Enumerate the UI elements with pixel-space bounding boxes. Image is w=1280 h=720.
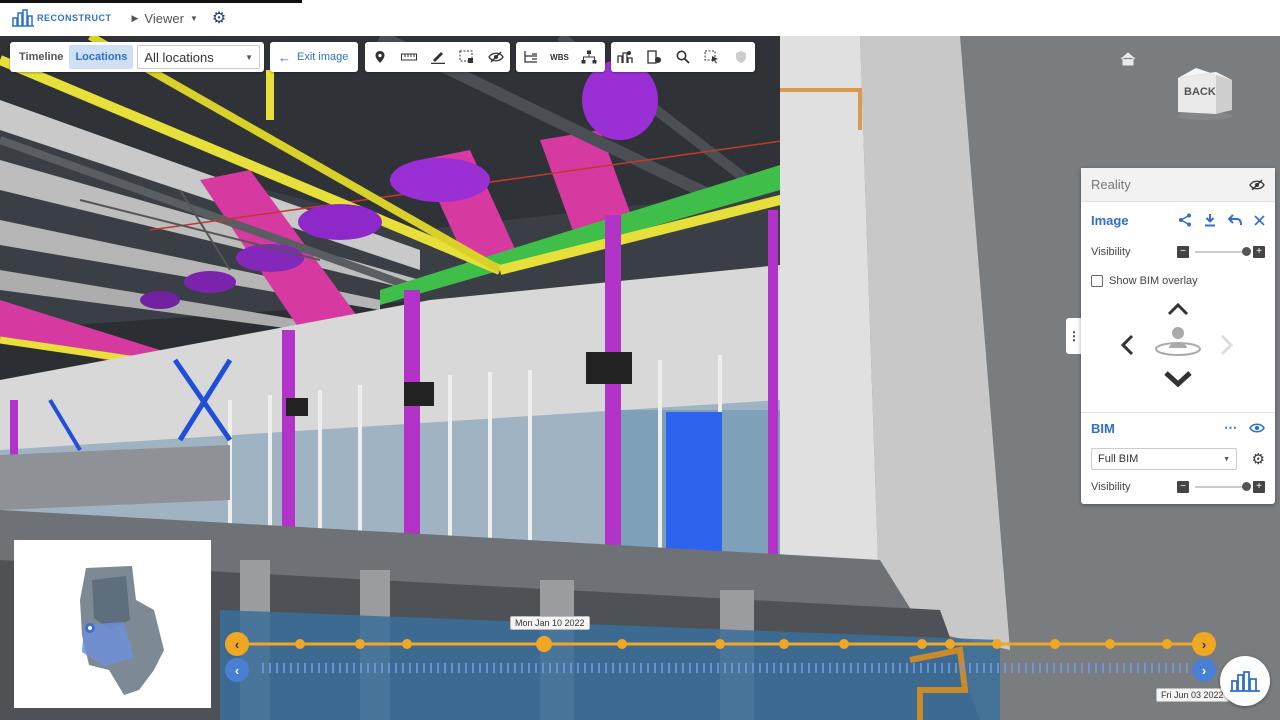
chevron-left-icon[interactable]	[1119, 334, 1135, 356]
chevron-down-icon: ▼	[189, 13, 198, 23]
minus-icon[interactable]: −	[1177, 481, 1189, 493]
close-icon[interactable]	[1254, 214, 1265, 226]
map-pin-icon[interactable]	[365, 42, 394, 72]
exit-image-button[interactable]: ← Exit image	[270, 42, 356, 72]
top-app-bar: RECONSTRUCT ▶ Viewer ▼ ⚙	[0, 0, 1280, 36]
reality-panel: Reality Image Visibility − + Show BIM ov…	[1081, 168, 1275, 504]
bim-actions: ⋯	[1224, 420, 1265, 436]
view-cube[interactable]: BACK	[1176, 66, 1234, 120]
pencil-icon[interactable]	[423, 42, 452, 72]
viewer-menu[interactable]: ▶ Viewer ▼	[132, 11, 198, 26]
more-icon[interactable]: ⋯	[1224, 420, 1237, 436]
eye-hide-icon[interactable]	[1249, 179, 1265, 191]
show-bim-overlay-row: Show BIM overlay	[1081, 266, 1275, 296]
bim-header: BIM ⋯	[1081, 413, 1275, 443]
brand-logo[interactable]: RECONSTRUCT	[12, 9, 112, 27]
share-icon[interactable]	[1178, 213, 1192, 227]
download-icon[interactable]	[1204, 213, 1216, 227]
timeline-next-blue-button[interactable]: ›	[1192, 658, 1216, 682]
ruler-icon[interactable]	[394, 42, 423, 72]
more-vertical-icon: ⋮	[1068, 329, 1080, 343]
gear-icon[interactable]: ⚙	[212, 8, 226, 28]
bim-visibility-track[interactable]	[1195, 482, 1251, 491]
annotation-tools	[365, 42, 510, 72]
building-logo-icon	[1230, 671, 1260, 692]
bim-select-row: Full BIM ▼ ⚙	[1081, 443, 1275, 475]
building-logo-icon	[12, 9, 34, 27]
home-icon[interactable]	[1120, 52, 1136, 71]
image-actions	[1178, 213, 1265, 227]
plus-icon[interactable]: +	[1253, 481, 1265, 493]
folder-tree-icon[interactable]	[516, 42, 545, 72]
play-triangle-icon: ▶	[131, 12, 139, 23]
viewer-page: RECONSTRUCT ▶ Viewer ▼ ⚙ Timeline Locati…	[0, 0, 1280, 720]
end-date-tag: Fri Jun 03 2022	[1156, 688, 1229, 702]
panel-collapse-handle[interactable]: ⋮	[1066, 318, 1082, 354]
timeline-prev-blue-button[interactable]: ‹	[225, 658, 249, 682]
image-visibility-slider[interactable]: − +	[1177, 246, 1265, 258]
image-visibility-knob[interactable]	[1242, 247, 1251, 256]
navigation-pad	[1081, 296, 1275, 406]
exit-image-group: ← Exit image	[270, 42, 358, 72]
timeline: Mon Jan 10 2022 ‹ ‹ › › Fri Jun 03 2022	[222, 612, 1229, 720]
reality-header: Reality	[1081, 168, 1275, 202]
location-select[interactable]: All locations ▼	[137, 45, 260, 69]
minimap[interactable]	[14, 540, 211, 708]
chevron-up-icon[interactable]	[1167, 302, 1189, 316]
plus-icon[interactable]: +	[1253, 246, 1265, 258]
wbs-text: WBS	[550, 52, 569, 62]
bim-visibility-row: Visibility − +	[1081, 475, 1275, 499]
reality-title: Reality	[1091, 177, 1131, 192]
image-visibility-row: Visibility − +	[1081, 238, 1275, 266]
eye-icon[interactable]	[1249, 422, 1265, 434]
select-region-icon[interactable]	[452, 42, 481, 72]
hierarchy-icon[interactable]	[574, 42, 603, 72]
bim-model-select-value: Full BIM	[1098, 453, 1139, 465]
top-accent-line	[0, 0, 302, 3]
brand-name: RECONSTRUCT	[37, 13, 112, 23]
inspection-tools	[611, 42, 755, 72]
image-visibility-label: Visibility	[1091, 246, 1131, 258]
timeline-tracks[interactable]	[222, 612, 1222, 720]
selection-cursor-icon[interactable]	[697, 42, 726, 72]
search-icon[interactable]	[669, 42, 698, 72]
minus-icon[interactable]: −	[1177, 246, 1189, 258]
eye-hide-icon[interactable]	[481, 42, 510, 72]
bim-visibility-knob[interactable]	[1242, 482, 1251, 491]
building-info-icon[interactable]	[640, 42, 669, 72]
undo-icon[interactable]	[1228, 214, 1242, 226]
reconstruct-logo-button[interactable]	[1220, 656, 1270, 706]
location-select-value: All locations	[144, 49, 214, 65]
wbs-icon[interactable]: WBS	[545, 42, 574, 72]
exit-image-label: Exit image	[297, 51, 349, 63]
image-header: Image	[1081, 202, 1275, 238]
location-toolbar: Timeline Locations All locations ▼	[10, 42, 264, 72]
chevron-down-icon: ▼	[1223, 455, 1230, 463]
bim-model-select[interactable]: Full BIM ▼	[1091, 448, 1237, 470]
arrow-left-icon: ←	[278, 49, 291, 65]
bim-settings-icon[interactable]	[611, 42, 640, 72]
image-visibility-track[interactable]	[1195, 247, 1251, 256]
site-point-cloud-map[interactable]	[14, 540, 211, 708]
timeline-prev-button[interactable]: ‹	[225, 632, 249, 656]
structure-tools: WBS	[516, 42, 605, 72]
gear-icon[interactable]: ⚙	[1252, 450, 1265, 468]
tab-timeline[interactable]: Timeline	[13, 45, 69, 69]
chevron-down-icon: ▼	[245, 52, 253, 62]
chevron-right-icon	[1220, 334, 1234, 356]
person-viewpoint-icon	[1155, 327, 1201, 356]
shield-disabled-icon	[726, 42, 755, 72]
view-cube-label: BACK	[1184, 86, 1216, 98]
timeline-next-button[interactable]: ›	[1192, 632, 1216, 656]
bim-title: BIM	[1091, 420, 1115, 436]
tab-locations[interactable]: Locations	[69, 45, 134, 69]
show-bim-overlay-label: Show BIM overlay	[1109, 275, 1198, 287]
image-title: Image	[1091, 212, 1129, 228]
viewer-menu-label: Viewer	[144, 10, 184, 26]
bim-visibility-slider[interactable]: − +	[1177, 481, 1265, 493]
current-date-tag: Mon Jan 10 2022	[510, 616, 590, 630]
show-bim-overlay-checkbox[interactable]	[1091, 275, 1103, 287]
bim-visibility-label: Visibility	[1091, 481, 1131, 493]
chevron-down-icon[interactable]	[1163, 370, 1193, 388]
